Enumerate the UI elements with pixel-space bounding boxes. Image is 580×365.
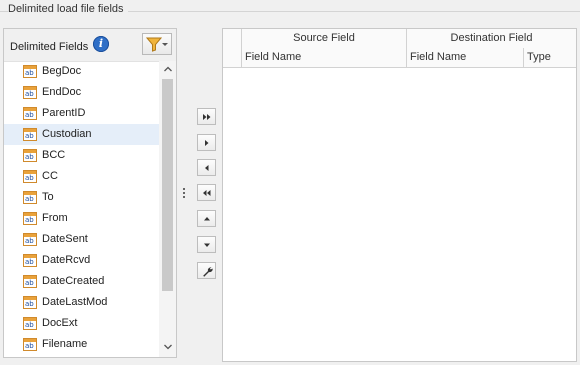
fields-list-scrollbar[interactable] (159, 61, 176, 357)
list-item[interactable]: ab From (4, 208, 159, 229)
info-icon[interactable]: i (93, 36, 109, 52)
scrollbar-thumb[interactable] (162, 79, 173, 291)
settings-button[interactable] (197, 262, 216, 279)
left-arrow-icon (205, 165, 209, 171)
col-destination-field-name[interactable]: Field Name (407, 48, 524, 67)
list-item[interactable]: ab CC (4, 166, 159, 187)
scroll-down-button[interactable] (159, 341, 176, 355)
panel-splitter[interactable] (183, 188, 186, 202)
list-item-label: Filename (42, 338, 88, 350)
fields-list[interactable]: ab BegDoc ab EndDoc ab ParentID ab Custodian ab B… (4, 61, 159, 357)
text-field-icon: ab (23, 65, 37, 78)
list-item[interactable]: ab DocExt (4, 313, 159, 334)
list-item-label: CC (42, 170, 58, 182)
add-button[interactable] (197, 134, 216, 151)
list-item[interactable]: ab DateLastMod (4, 292, 159, 313)
list-item-label: DocExt (42, 317, 78, 329)
col-destination-type[interactable]: Type (524, 48, 576, 67)
delimited-fields-panel: Delimited Fields i ab BegDoc ab EndDoc ab Par… (3, 28, 177, 358)
list-item[interactable]: ab ParentID (4, 103, 159, 124)
grid-column-header: Field Name Field Name Type (223, 48, 576, 68)
list-item-label: EndDoc (42, 86, 82, 98)
list-item-label: BegDoc (42, 65, 82, 77)
text-field-icon: ab (23, 233, 37, 246)
text-field-icon: ab (23, 254, 37, 267)
list-item[interactable]: ab Filename (4, 334, 159, 355)
band-destination-field[interactable]: Destination Field (407, 29, 576, 48)
list-item[interactable]: ab DateCreated (4, 271, 159, 292)
list-item[interactable]: ab DateRcvd (4, 250, 159, 271)
list-item[interactable]: ab Custodian (4, 124, 159, 145)
list-item[interactable]: ab EndDoc (4, 82, 159, 103)
fields-panel-title: Delimited Fields (10, 41, 89, 53)
list-item-label: To (42, 191, 54, 203)
up-arrow-icon (204, 217, 210, 221)
list-item-label: From (42, 212, 68, 224)
list-item[interactable]: ab BegDoc (4, 61, 159, 82)
right-arrow-icon (205, 140, 209, 146)
text-field-icon: ab (23, 338, 37, 351)
text-field-icon: ab (23, 107, 37, 120)
row-indicator-header (223, 48, 242, 67)
col-source-field-name[interactable]: Field Name (242, 48, 407, 67)
remove-button[interactable] (197, 159, 216, 176)
grid-corner (223, 29, 242, 48)
text-field-icon: ab (23, 317, 37, 330)
band-source-field[interactable]: Source Field (242, 29, 407, 48)
list-item[interactable]: ab DateSent (4, 229, 159, 250)
add-all-button[interactable] (197, 108, 216, 125)
text-field-icon: ab (23, 170, 37, 183)
list-item[interactable]: ab BCC (4, 145, 159, 166)
list-item-label: DateRcvd (42, 254, 91, 266)
down-arrow-icon (204, 243, 210, 247)
move-down-button[interactable] (197, 236, 216, 253)
filter-icon (146, 37, 162, 52)
chevron-down-icon (162, 43, 168, 46)
list-item[interactable]: ab To (4, 187, 159, 208)
fields-panel-header: Delimited Fields i (4, 29, 176, 62)
text-field-icon: ab (23, 191, 37, 204)
chevron-down-icon (163, 344, 172, 350)
group-title: Delimited load file fields (8, 3, 128, 15)
list-item-label: ParentID (42, 107, 86, 119)
text-field-icon: ab (23, 275, 37, 288)
wrench-icon (203, 267, 213, 277)
text-field-icon: ab (23, 212, 37, 225)
grid-band-header: Source Field Destination Field (223, 29, 576, 49)
text-field-icon: ab (23, 149, 37, 162)
list-item-label: Custodian (42, 128, 92, 140)
list-item-label: BCC (42, 149, 66, 161)
scroll-up-button[interactable] (159, 63, 176, 77)
double-right-arrow-icon (203, 114, 211, 120)
field-mapping-grid[interactable]: Source Field Destination Field Field Nam… (222, 28, 577, 362)
text-field-icon: ab (23, 86, 37, 99)
list-item-label: DateCreated (42, 275, 105, 287)
list-item-label: DateSent (42, 233, 88, 245)
remove-all-button[interactable] (197, 184, 216, 201)
move-up-button[interactable] (197, 210, 216, 227)
double-left-arrow-icon (203, 190, 211, 196)
filter-dropdown-button[interactable] (142, 33, 172, 55)
chevron-up-icon (163, 66, 172, 72)
list-item-label: DateLastMod (42, 296, 108, 308)
text-field-icon: ab (23, 128, 37, 141)
text-field-icon: ab (23, 296, 37, 309)
